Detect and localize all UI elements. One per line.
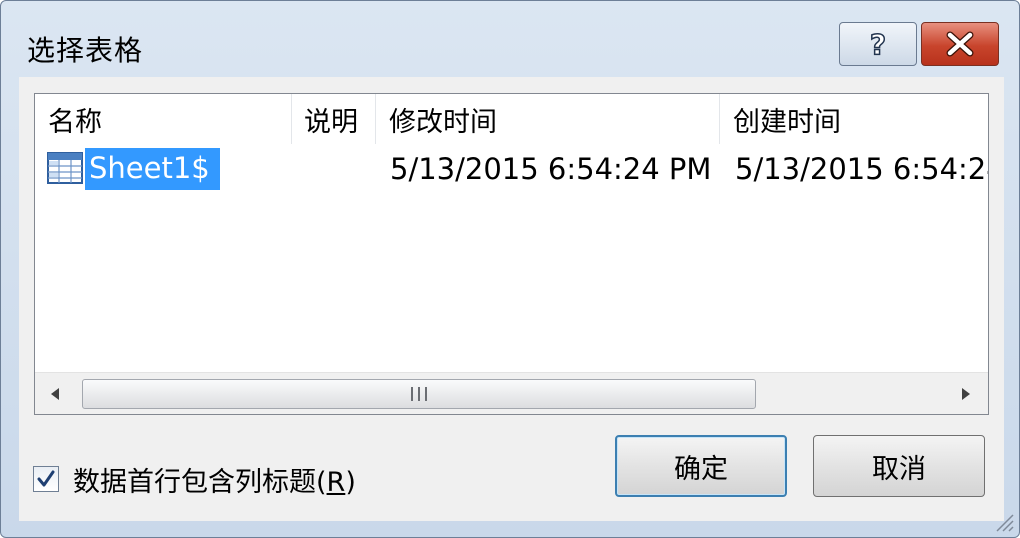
row-name-cell[interactable]: Sheet1$: [85, 148, 220, 190]
dialog-title: 选择表格: [27, 34, 144, 67]
grip-icon: [411, 387, 427, 401]
cancel-button[interactable]: 取消: [813, 435, 985, 497]
resize-grip-icon[interactable]: [993, 511, 1015, 533]
question-icon: ?: [869, 29, 887, 59]
checkmark-icon: [37, 470, 55, 487]
arrow-right-icon[interactable]: [960, 387, 972, 401]
column-header-modified[interactable]: 修改时间: [376, 94, 720, 144]
column-header-description[interactable]: 说明: [292, 94, 376, 144]
table-row[interactable]: Sheet1$ 5/13/2015 6:54:24 PM 5/13/2015 6…: [35, 146, 988, 192]
close-icon: [946, 31, 974, 57]
list-header: 名称 说明 修改时间 创建时间: [35, 94, 988, 144]
close-button[interactable]: [921, 22, 999, 66]
select-table-dialog: 选择表格 ? 名称 说明 修改时间 创建时间 Sheet1$ 5/13/2015…: [0, 0, 1020, 538]
first-row-header-label[interactable]: 数据首行包含列标题(R): [73, 460, 356, 499]
dialog-client-area: 名称 说明 修改时间 创建时间 Sheet1$ 5/13/2015 6:54:2…: [19, 77, 1004, 521]
help-button[interactable]: ?: [839, 22, 917, 66]
first-row-header-option[interactable]: 数据首行包含列标题(R): [33, 460, 356, 499]
table-icon: [47, 152, 83, 184]
ok-button[interactable]: 确定: [615, 435, 787, 497]
scrollbar-thumb[interactable]: [82, 379, 756, 409]
first-row-header-checkbox[interactable]: [33, 466, 59, 492]
column-header-created[interactable]: 创建时间: [720, 94, 988, 144]
svg-text:?: ?: [870, 29, 886, 59]
arrow-left-icon[interactable]: [49, 387, 61, 401]
row-modified-cell: 5/13/2015 6:54:24 PM: [390, 152, 712, 186]
horizontal-scrollbar[interactable]: [35, 372, 988, 414]
table-list[interactable]: 名称 说明 修改时间 创建时间 Sheet1$ 5/13/2015 6:54:2…: [34, 93, 989, 415]
row-created-cell: 5/13/2015 6:54:24 PM: [735, 152, 988, 186]
column-header-name[interactable]: 名称: [35, 94, 292, 144]
